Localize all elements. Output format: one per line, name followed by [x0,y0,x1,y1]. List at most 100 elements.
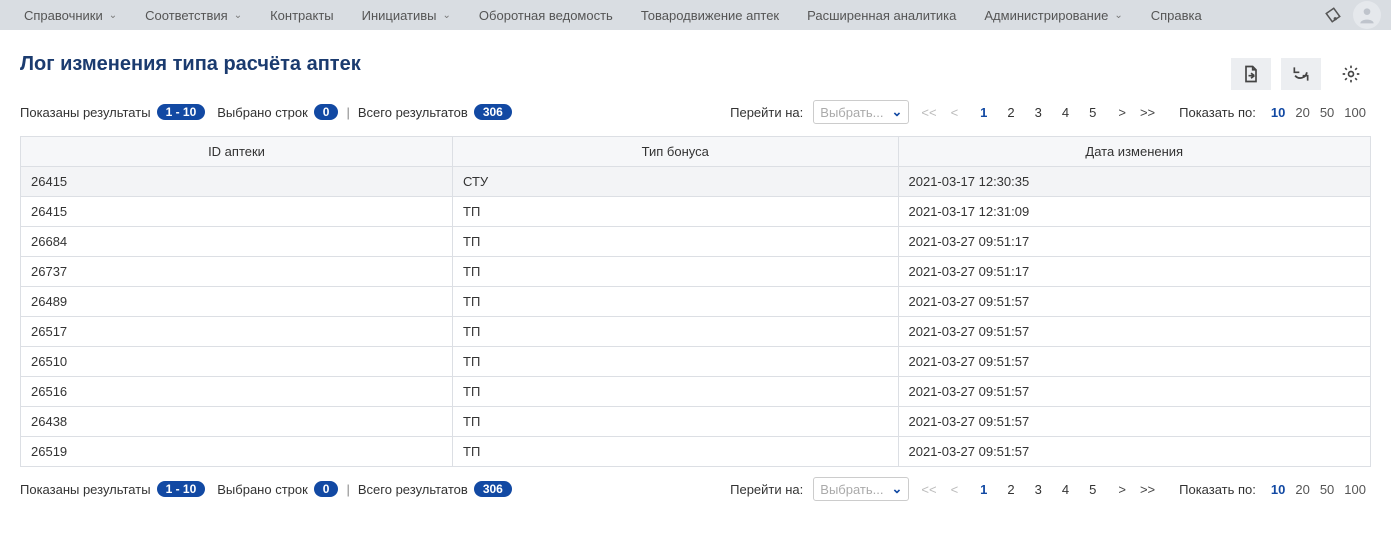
selected-label: Выбрано строк [217,105,308,120]
per-page-label: Показать по: [1179,105,1256,120]
col-header-date[interactable]: Дата изменения [898,137,1371,167]
pager-prev[interactable]: < [949,482,961,497]
cell-date: 2021-03-27 09:51:17 [898,227,1371,257]
cell-date: 2021-03-27 09:51:57 [898,407,1371,437]
selected-count-badge: 0 [314,104,339,120]
page-number-5[interactable]: 5 [1079,482,1106,497]
table-row[interactable]: 26415СТУ2021-03-17 12:30:35 [21,167,1371,197]
refresh-button[interactable] [1281,58,1321,90]
page-title: Лог изменения типа расчёта аптек [20,53,361,76]
table-row[interactable]: 26510ТП2021-03-27 09:51:57 [21,347,1371,377]
selected-label: Выбрано строк [217,482,308,497]
per-page-100[interactable]: 100 [1339,482,1371,497]
goto-select[interactable]: Выбрать... ⌄ [813,477,909,501]
cell-id: 26489 [21,287,453,317]
goto-label: Перейти на: [730,105,803,120]
nav-item-2[interactable]: Контракты [256,0,348,30]
export-button[interactable] [1231,58,1271,90]
page-number-4[interactable]: 4 [1052,105,1079,120]
selected-count-badge: 0 [314,481,339,497]
separator: | [346,482,349,497]
total-count-badge: 306 [474,104,512,120]
notifications-icon[interactable] [1319,1,1347,29]
settings-button[interactable] [1331,58,1371,90]
nav-item-label: Соответствия [145,8,228,23]
cell-id: 26737 [21,257,453,287]
per-page-10[interactable]: 10 [1266,105,1290,120]
page-number-3[interactable]: 3 [1025,482,1052,497]
per-page-20[interactable]: 20 [1290,105,1314,120]
nav-item-4[interactable]: Оборотная ведомость [465,0,627,30]
nav-item-6[interactable]: Расширенная аналитика [793,0,970,30]
cell-bonus: СТУ [453,167,899,197]
col-header-id[interactable]: ID аптеки [21,137,453,167]
nav-item-7[interactable]: Администрирование⌄ [970,0,1136,30]
per-page-50[interactable]: 50 [1315,482,1339,497]
cell-date: 2021-03-27 09:51:57 [898,317,1371,347]
per-page-opts-top: 102050100 [1266,105,1371,120]
page-number-1[interactable]: 1 [970,105,997,120]
page-number-3[interactable]: 3 [1025,105,1052,120]
per-page-100[interactable]: 100 [1339,105,1371,120]
per-page-label: Показать по: [1179,482,1256,497]
table-row[interactable]: 26684ТП2021-03-27 09:51:17 [21,227,1371,257]
pager-last[interactable]: >> [1138,105,1157,120]
results-range-badge: 1 - 10 [157,104,206,120]
results-label: Показаны результаты [20,105,151,120]
page-number-2[interactable]: 2 [997,105,1024,120]
cell-id: 26519 [21,437,453,467]
cell-id: 26517 [21,317,453,347]
col-header-bonus[interactable]: Тип бонуса [453,137,899,167]
total-label: Всего результатов [358,105,468,120]
per-page-10[interactable]: 10 [1266,482,1290,497]
pager-prev[interactable]: < [949,105,961,120]
cell-date: 2021-03-27 09:51:17 [898,257,1371,287]
table-row[interactable]: 26737ТП2021-03-27 09:51:17 [21,257,1371,287]
chevron-down-icon: ⌄ [234,10,242,21]
nav-item-8[interactable]: Справка [1137,0,1216,30]
pager-first[interactable]: << [919,105,938,120]
top-nav: Справочники⌄Соответствия⌄КонтрактыИнициа… [0,0,1391,30]
table-row[interactable]: 26516ТП2021-03-27 09:51:57 [21,377,1371,407]
cell-id: 26438 [21,407,453,437]
nav-item-1[interactable]: Соответствия ⌄ [131,0,256,30]
results-label: Показаны результаты [20,482,151,497]
cell-id: 26684 [21,227,453,257]
pager-first[interactable]: << [919,482,938,497]
cell-bonus: ТП [453,257,899,287]
table-row[interactable]: 26415ТП2021-03-17 12:31:09 [21,197,1371,227]
pager-next[interactable]: > [1116,105,1128,120]
cell-date: 2021-03-27 09:51:57 [898,377,1371,407]
per-page-50[interactable]: 50 [1315,105,1339,120]
nav-item-3[interactable]: Инициативы ⌄ [348,0,465,30]
controls-bottom: Показаны результаты 1 - 10 Выбрано строк… [0,467,1391,509]
cell-date: 2021-03-27 09:51:57 [898,287,1371,317]
page-number-5[interactable]: 5 [1079,105,1106,120]
table-row[interactable]: 26519ТП2021-03-27 09:51:57 [21,437,1371,467]
page-number-1[interactable]: 1 [970,482,997,497]
per-page-20[interactable]: 20 [1290,482,1314,497]
total-count-badge: 306 [474,481,512,497]
cell-id: 26415 [21,197,453,227]
pager-pages-top: 12345 [970,105,1106,120]
table-row[interactable]: 26517ТП2021-03-27 09:51:57 [21,317,1371,347]
goto-placeholder: Выбрать... [820,105,883,120]
nav-item-label: Расширенная аналитика [807,8,956,23]
cell-date: 2021-03-27 09:51:57 [898,347,1371,377]
cell-date: 2021-03-27 09:51:57 [898,437,1371,467]
user-avatar[interactable] [1353,1,1381,29]
nav-item-label: Инициативы [362,8,437,23]
table-row[interactable]: 26438ТП2021-03-27 09:51:57 [21,407,1371,437]
pager-next[interactable]: > [1116,482,1128,497]
cell-date: 2021-03-17 12:31:09 [898,197,1371,227]
results-range-badge: 1 - 10 [157,481,206,497]
nav-item-5[interactable]: Товародвижение аптек [627,0,793,30]
nav-item-0[interactable]: Справочники⌄ [10,0,131,30]
separator: | [346,105,349,120]
page-number-4[interactable]: 4 [1052,482,1079,497]
goto-select[interactable]: Выбрать... ⌄ [813,100,909,124]
pager-last[interactable]: >> [1138,482,1157,497]
chevron-down-icon: ⌄ [443,10,451,21]
page-number-2[interactable]: 2 [997,482,1024,497]
table-row[interactable]: 26489ТП2021-03-27 09:51:57 [21,287,1371,317]
